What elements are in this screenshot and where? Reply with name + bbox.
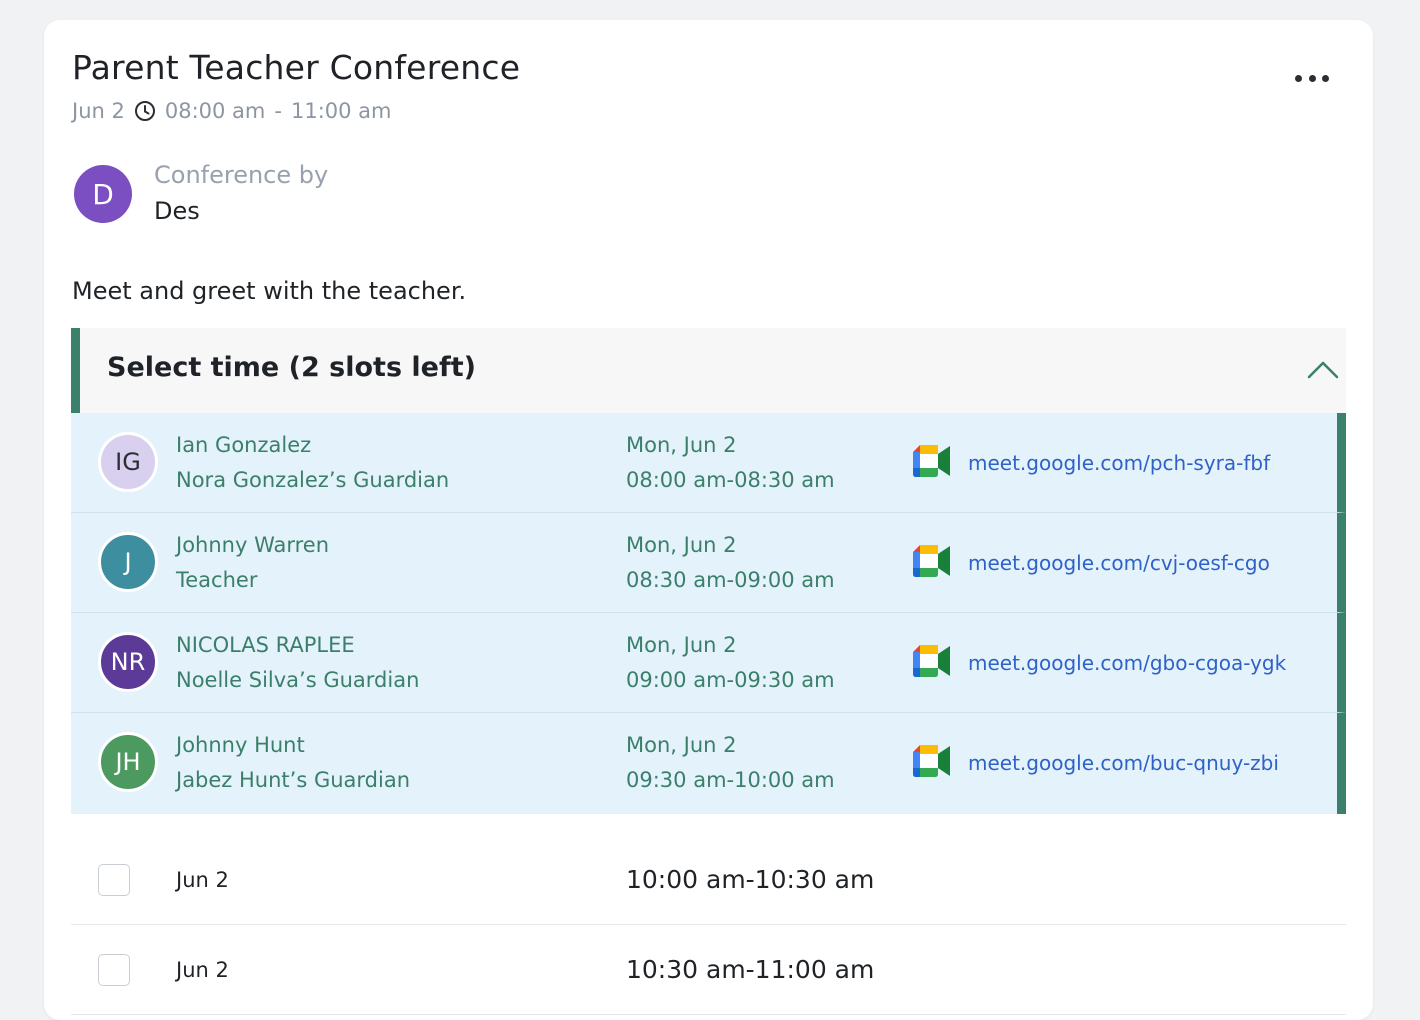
attendee-role: Jabez Hunt’s Guardian <box>176 768 411 792</box>
more-options-icon[interactable] <box>1295 70 1329 86</box>
attendee-role: Teacher <box>176 568 258 592</box>
meet-link[interactable]: meet.google.com/cvj-oesf-cgo <box>968 551 1270 575</box>
slot-day: Mon, Jun 2 <box>626 533 737 557</box>
clock-icon <box>134 100 156 122</box>
chevron-up-icon[interactable] <box>1306 358 1340 380</box>
event-date: Jun 2 <box>72 99 125 123</box>
booked-slot-row: IG Ian Gonzalez Nora Gonzalez’s Guardian… <box>71 413 1346 513</box>
booked-slot-row: J Johnny Warren Teacher Mon, Jun 2 08:30… <box>71 513 1346 613</box>
open-slot-row[interactable]: Jun 2 10:30 am-11:00 am <box>71 925 1346 1015</box>
slot-time: 09:30 am-10:00 am <box>626 768 835 792</box>
google-meet-icon <box>913 645 950 677</box>
attendee-name: Johnny Hunt <box>176 733 305 757</box>
select-time-label: Select time (2 slots left) <box>107 352 476 383</box>
open-slot-time: 10:30 am-11:00 am <box>626 955 875 984</box>
open-slot-date: Jun 2 <box>176 958 229 982</box>
avatar: NR <box>98 632 158 692</box>
event-start-time: 08:00 am <box>164 99 266 123</box>
host-label: Conference by <box>154 161 329 189</box>
slot-time: 08:00 am-08:30 am <box>626 468 835 492</box>
host-avatar: D <box>74 165 132 223</box>
booked-slot-row: JH Johnny Hunt Jabez Hunt’s Guardian Mon… <box>71 713 1346 814</box>
avatar: J <box>98 532 158 592</box>
host-name: Des <box>154 197 200 225</box>
open-slot-date: Jun 2 <box>176 868 229 892</box>
event-description: Meet and greet with the teacher. <box>72 277 467 305</box>
event-datetime: Jun 2 08:00 am - 11:00 am <box>72 98 392 124</box>
event-end-time: 11:00 am <box>290 99 392 123</box>
attendee-role: Noelle Silva’s Guardian <box>176 668 420 692</box>
meet-link[interactable]: meet.google.com/gbo-cgoa-ygk <box>968 651 1286 675</box>
open-slot-list: Jun 2 10:00 am-10:30 am Jun 2 10:30 am-1… <box>71 835 1346 1015</box>
google-meet-icon <box>913 745 950 777</box>
open-slot-time: 10:00 am-10:30 am <box>626 865 875 894</box>
avatar: IG <box>98 432 158 492</box>
booked-slot-row: NR NICOLAS RAPLEE Noelle Silva’s Guardia… <box>71 613 1346 713</box>
attendee-role: Nora Gonzalez’s Guardian <box>176 468 450 492</box>
booked-slot-list: IG Ian Gonzalez Nora Gonzalez’s Guardian… <box>71 413 1346 814</box>
slot-time: 09:00 am-09:30 am <box>626 668 835 692</box>
meet-link[interactable]: meet.google.com/buc-qnuy-zbi <box>968 751 1279 775</box>
meet-link[interactable]: meet.google.com/pch-syra-fbf <box>968 451 1270 475</box>
open-slot-row[interactable]: Jun 2 10:00 am-10:30 am <box>71 835 1346 925</box>
avatar: JH <box>98 732 158 792</box>
slot-checkbox[interactable] <box>98 954 130 986</box>
slot-day: Mon, Jun 2 <box>626 633 737 657</box>
event-title: Parent Teacher Conference <box>72 48 521 87</box>
attendee-name: Ian Gonzalez <box>176 433 312 457</box>
google-meet-icon <box>913 445 950 477</box>
slot-day: Mon, Jun 2 <box>626 733 737 757</box>
select-time-header[interactable]: Select time (2 slots left) <box>71 328 1346 413</box>
attendee-name: Johnny Warren <box>176 533 330 557</box>
slot-day: Mon, Jun 2 <box>626 433 737 457</box>
google-meet-icon <box>913 545 950 577</box>
slot-time: 08:30 am-09:00 am <box>626 568 835 592</box>
slot-checkbox[interactable] <box>98 864 130 896</box>
attendee-name: NICOLAS RAPLEE <box>176 633 355 657</box>
event-card: Parent Teacher Conference Jun 2 08:00 am… <box>44 20 1373 1020</box>
time-separator: - <box>274 99 282 123</box>
